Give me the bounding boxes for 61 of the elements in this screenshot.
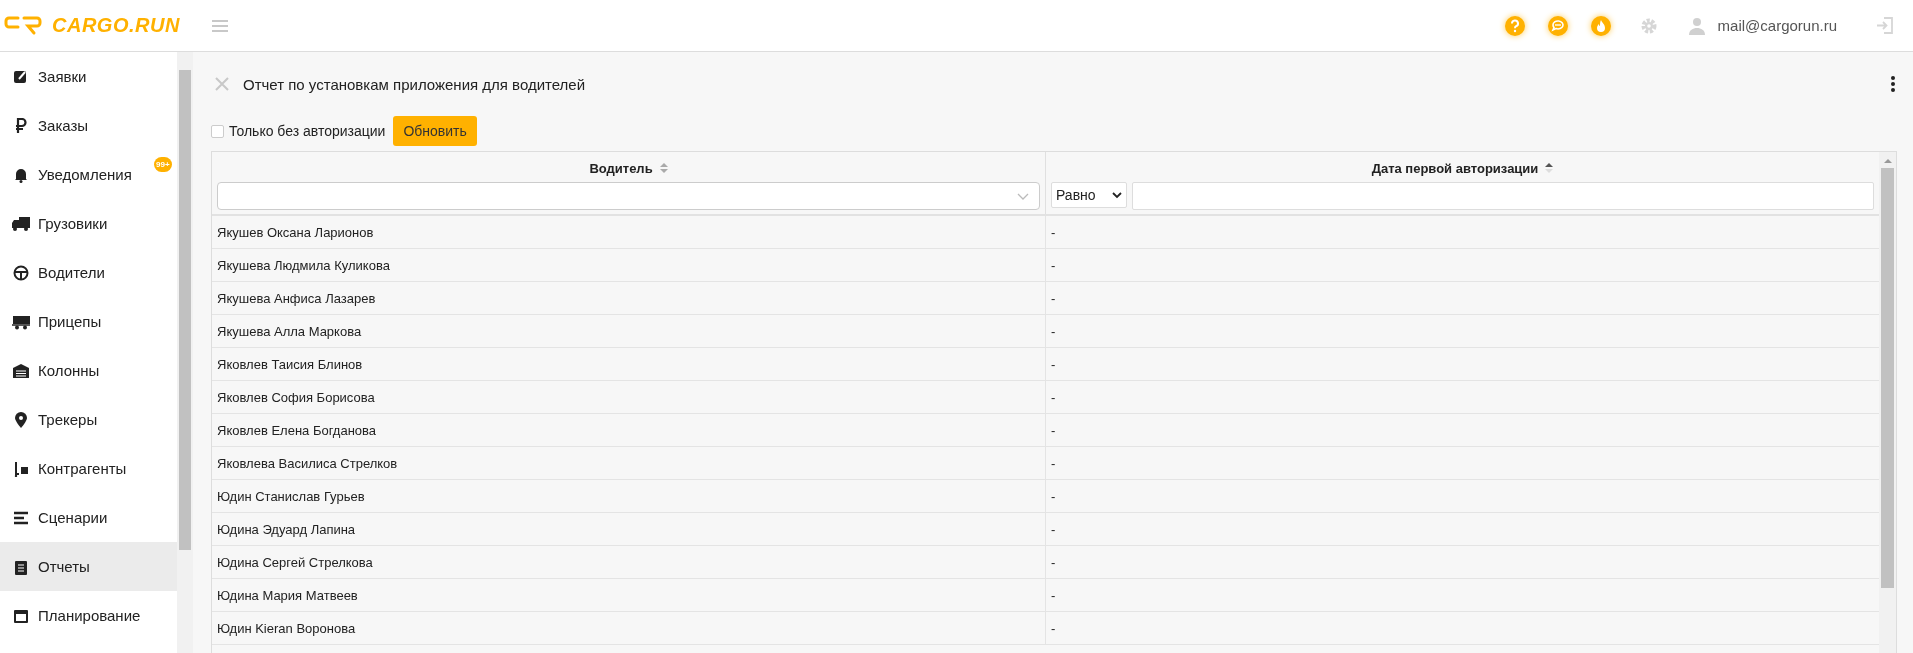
user-email[interactable]: mail@cargorun.ru — [1717, 17, 1837, 34]
clipboard-icon — [12, 558, 30, 575]
table-cell-text: Юдин Kieran Воронова — [216, 619, 357, 638]
scroll-up-arrow-icon[interactable] — [1883, 158, 1892, 164]
sidebar-item[interactable]: Контрагенты — [0, 444, 177, 493]
table-cell-text: Якушева Анфиса Лазарев — [216, 289, 377, 308]
table-cell-text: Якушев Оксана Ларионов — [216, 223, 375, 242]
chevron-down-icon — [1112, 191, 1122, 199]
chat-icon[interactable] — [1546, 14, 1569, 37]
sidebar-item[interactable]: Прицепы — [0, 297, 177, 346]
table-cell-text: Якушева Алла Маркова — [216, 322, 363, 341]
checkbox[interactable] — [211, 124, 224, 138]
filter-dropdown[interactable] — [217, 182, 1040, 210]
garage-icon — [12, 362, 30, 379]
notification-count: 99+ — [154, 157, 172, 172]
sidebar-item[interactable]: Отчеты — [0, 542, 177, 591]
user-icon — [1687, 16, 1706, 35]
table-cell-text: Яковлева Василиса Стрелков — [216, 454, 399, 473]
sidebar-item[interactable]: Колонны — [0, 346, 177, 395]
sidebar-item[interactable]: Заявки — [0, 52, 177, 101]
map-pin-icon — [12, 411, 30, 428]
sort-icon[interactable] — [1545, 162, 1554, 174]
chevron-down-icon — [1017, 192, 1029, 200]
sidebar-item[interactable]: Планирование — [0, 591, 177, 640]
date-filter-input[interactable] — [1132, 182, 1874, 210]
steering-wheel-icon — [12, 264, 30, 281]
sidebar-item[interactable]: Заказы — [0, 101, 177, 150]
checkbox-label[interactable]: Только без авторизации — [229, 123, 386, 139]
settings-icon[interactable] — [1639, 16, 1658, 35]
close-icon[interactable] — [215, 77, 229, 91]
table-cell-text: Юдин Станислав Гурьев — [216, 487, 366, 506]
flame-icon[interactable] — [1589, 14, 1612, 37]
sidebar-item[interactable]: Грузовики — [0, 199, 177, 248]
refresh-button[interactable]: Обновить — [393, 116, 477, 146]
table-cell-text: Якушева Людмила Куликова — [216, 256, 391, 275]
operator-select[interactable]: Равно — [1051, 182, 1127, 208]
sidebar-item[interactable]: Водители — [0, 248, 177, 297]
sidebar-item[interactable]: Уведомления 99+ — [0, 150, 177, 199]
table-cell-text: Яковлев Елена Богданова — [216, 421, 378, 440]
dolly-icon — [12, 460, 30, 477]
table-cell-text: Яковлев София Борисова — [216, 388, 376, 407]
column-header[interactable]: Дата первой авторизации — [1371, 160, 1539, 176]
table-cell-text: Юдина Мария Матвеев — [216, 586, 359, 605]
table-cell-text: Яковлев Таисия Блинов — [216, 355, 364, 374]
trailer-icon — [12, 313, 30, 330]
list-icon — [12, 509, 30, 526]
calendar-icon — [12, 607, 30, 624]
sidebar-item[interactable]: Трекеры — [0, 395, 177, 444]
table-cell-text: Юдина Эдуард Лапина — [216, 520, 357, 539]
scrollbar[interactable] — [177, 52, 193, 653]
menu-icon[interactable] — [211, 18, 228, 33]
logout-icon[interactable] — [1876, 17, 1893, 34]
sidebar-item[interactable]: Сценарии — [0, 493, 177, 542]
truck-icon — [12, 215, 30, 232]
help-icon[interactable] — [1503, 14, 1526, 37]
table-cell-text: Юдина Сергей Стрелкова — [216, 553, 374, 572]
report-title: Отчет по установкам приложения для водителей — [243, 75, 586, 93]
column-header[interactable]: Водитель — [589, 160, 653, 176]
more-options-icon[interactable] — [1891, 76, 1895, 92]
scrollbar[interactable] — [1879, 152, 1896, 653]
logo-icon — [4, 14, 44, 37]
